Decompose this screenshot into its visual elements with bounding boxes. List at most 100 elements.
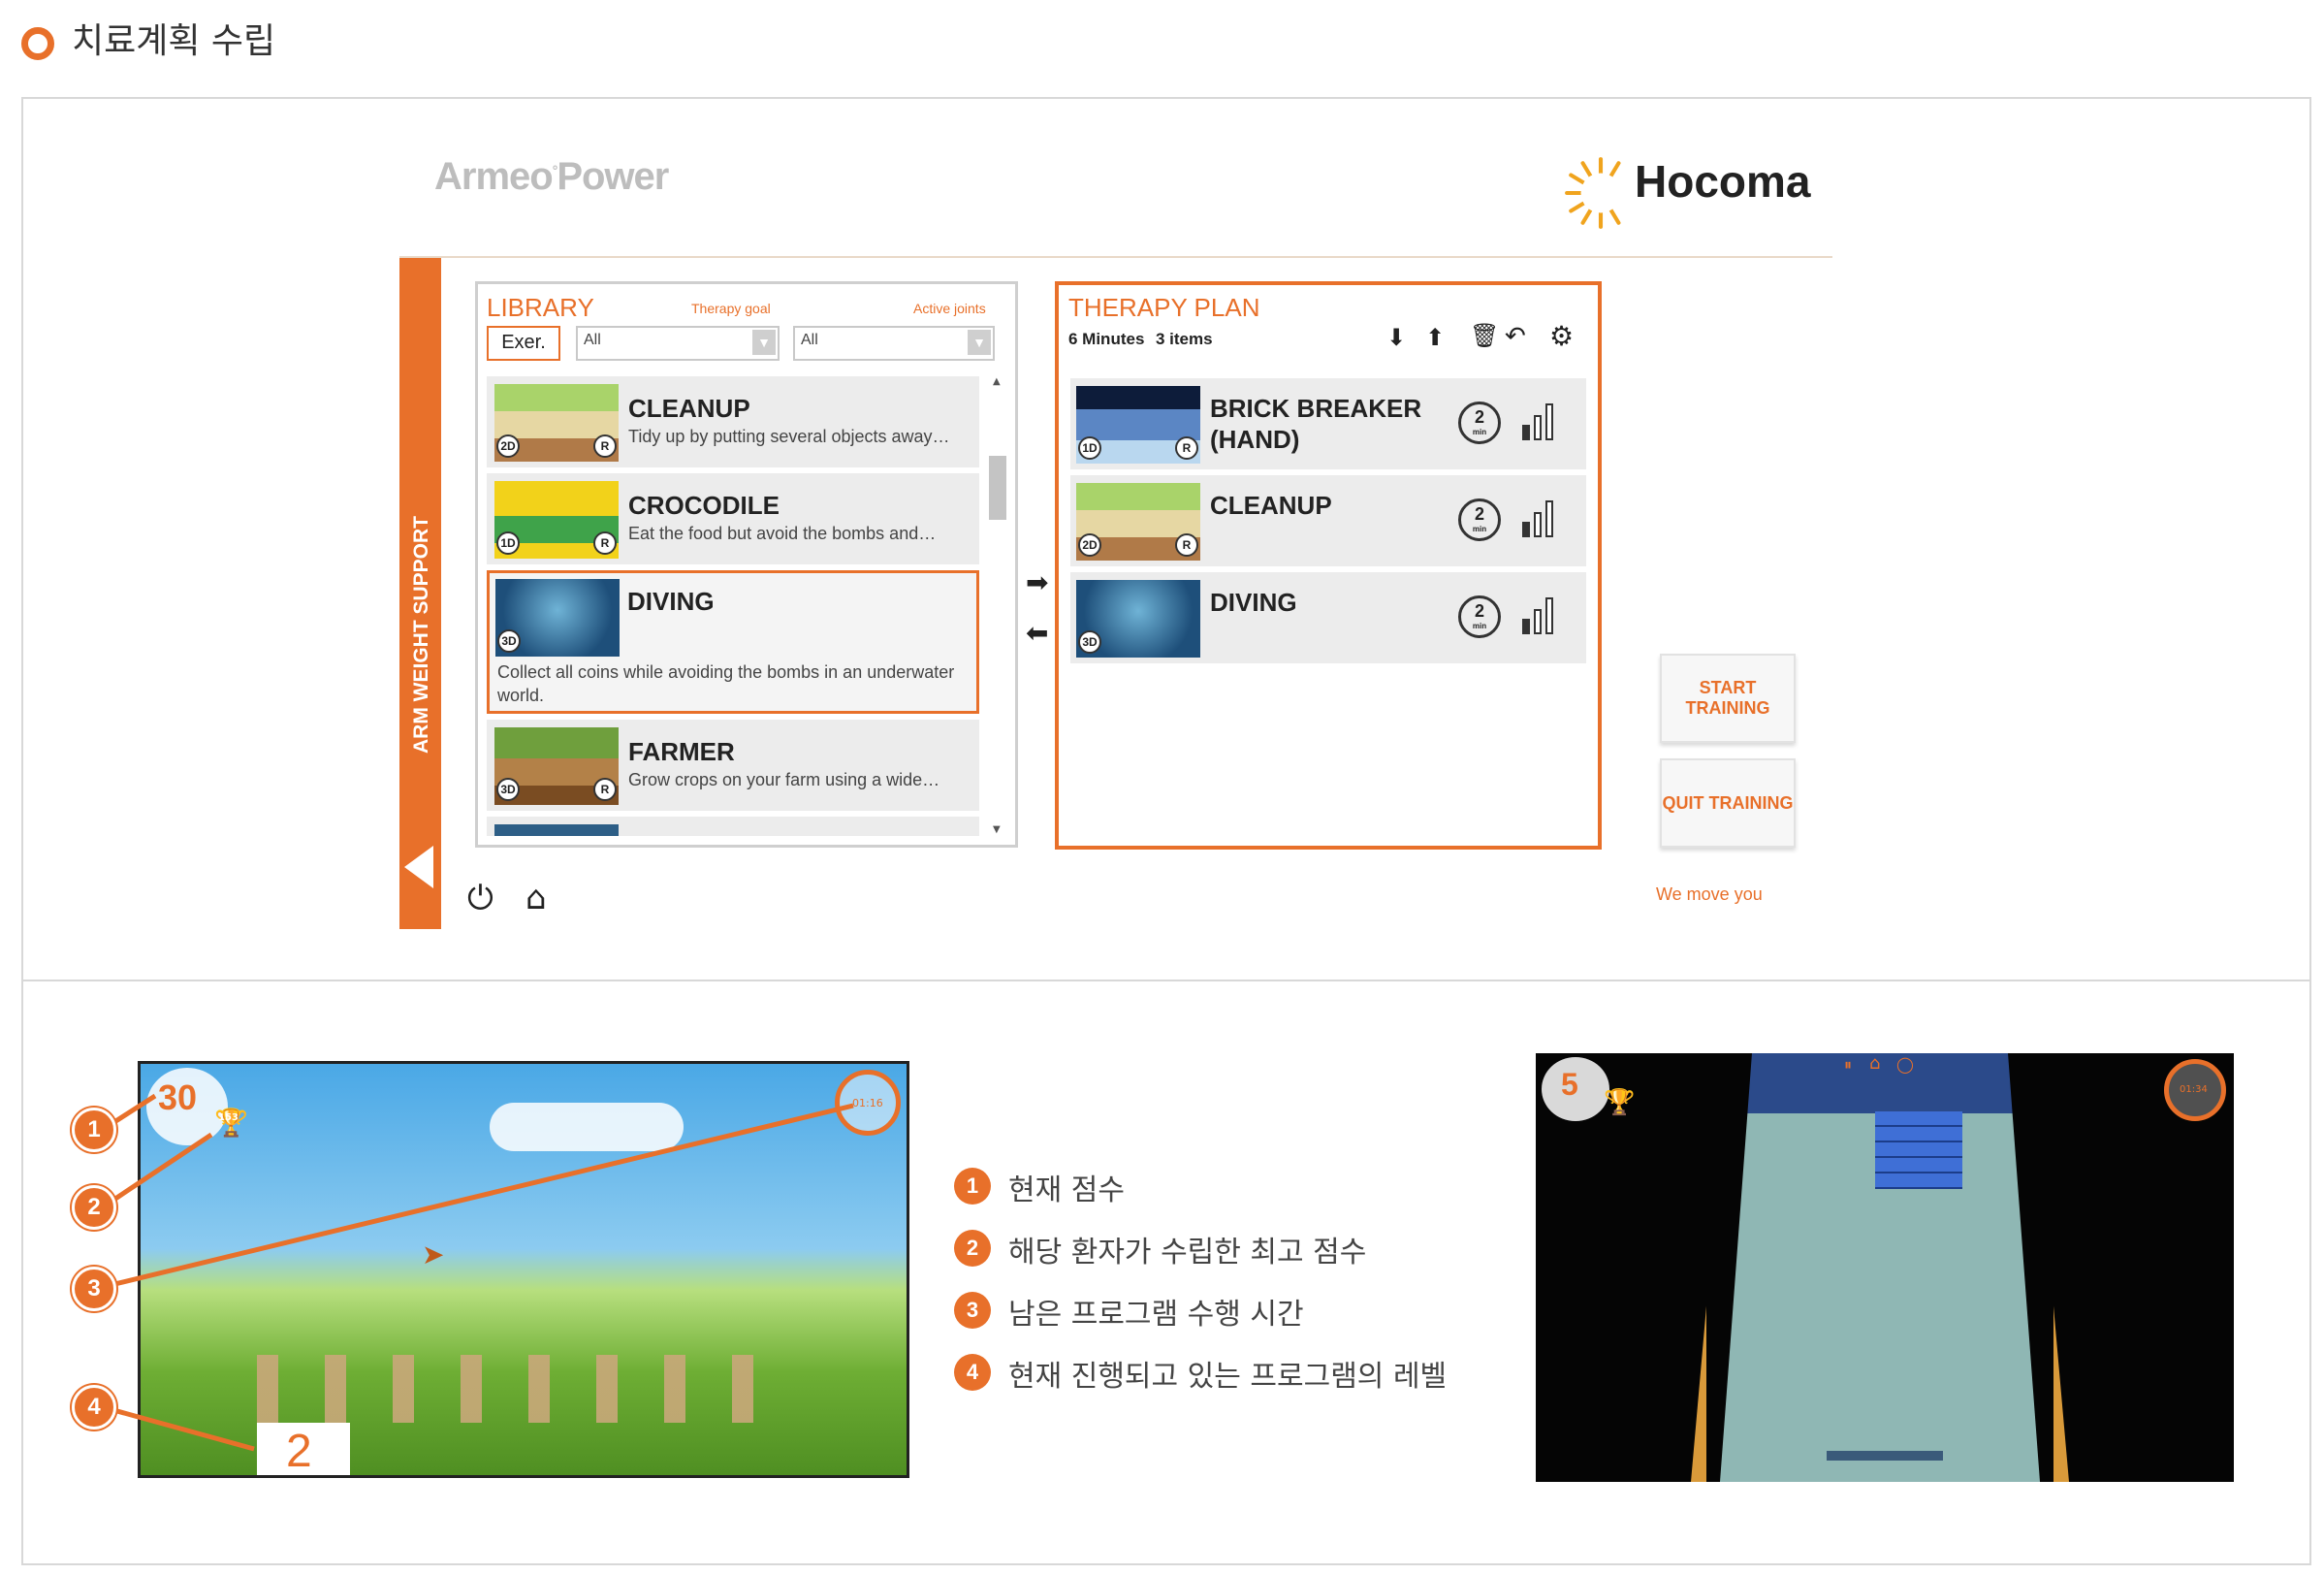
legend-number-2: 2: [954, 1230, 991, 1267]
tagline: We move you: [1656, 884, 1763, 904]
home-icon[interactable]: ⌂: [525, 879, 547, 917]
plan-item-name: BRICK BREAKER: [1210, 394, 1422, 423]
duration-timer-icon[interactable]: 2 min: [1458, 498, 1501, 541]
active-joints-label: Active joints: [913, 301, 986, 316]
cloud: [490, 1103, 684, 1151]
add-to-plan-arrow-icon[interactable]: ➡: [1026, 566, 1048, 598]
pause-icon[interactable]: ⏸: [1844, 1055, 1852, 1075]
dimension-badge: 1D: [1078, 436, 1101, 460]
callout-3: 3: [72, 1267, 116, 1311]
library-item[interactable]: 2D R CLEANUP Tidy up by putting several …: [487, 376, 979, 467]
duration-timer-icon[interactable]: 2 min: [1458, 402, 1501, 444]
remaining-time: 01:34: [2180, 1084, 2208, 1095]
legend-text-3: 남은 프로그램 수행 시간: [1008, 1298, 1304, 1332]
plan-item-count: 3 items: [1156, 330, 1213, 348]
hocoma-logo: Hocoma: [1635, 156, 1811, 207]
page-title: 치료계획 수립: [72, 21, 276, 61]
bricks: [1875, 1111, 1962, 1189]
plan-item-name: DIVING: [1210, 588, 1297, 617]
level-bars-icon[interactable]: [1522, 402, 1559, 440]
therapy-goal-label: Therapy goal: [691, 301, 771, 316]
library-scrollbar[interactable]: ▲ ▼: [987, 376, 1008, 838]
scroll-up-icon[interactable]: ▲: [993, 376, 1001, 387]
exercise-description: Eat the food but avoid the bombs and…: [628, 524, 937, 543]
therapy-plan-title: THERAPY PLAN: [1068, 293, 1260, 322]
library-item-selected[interactable]: 3D DIVING Collect all coins while avoidi…: [487, 570, 979, 714]
library-item[interactable]: 3D R FARMER Grow crops on your farm usin…: [487, 720, 979, 811]
legend-text-2: 해당 환자가 수립한 최고 점수: [1008, 1236, 1367, 1270]
heading-bullet-icon: [21, 27, 54, 60]
legend-text-1: 현재 점수: [1008, 1173, 1125, 1207]
undo-icon[interactable]: ↶: [1505, 322, 1526, 351]
hocoma-sun-icon: [1565, 157, 1621, 229]
side-badge: R: [1175, 533, 1198, 557]
thumbnail-partial: [494, 824, 619, 836]
settings-icon[interactable]: ◯: [1896, 1055, 1914, 1074]
level-bars-icon[interactable]: [1522, 498, 1559, 537]
legend-number-1: 1: [954, 1168, 991, 1205]
dimension-badge: 3D: [497, 629, 521, 653]
side-tab-label: ARM WEIGHT SUPPORT: [410, 516, 432, 754]
exercise-name: DIVING: [627, 587, 715, 616]
plan-item[interactable]: 2D R CLEANUP 2 min: [1070, 475, 1586, 566]
dimension-badge: 3D: [1078, 630, 1101, 654]
trash-icon[interactable]: 🗑: [1470, 322, 1499, 349]
current-score: 30: [158, 1077, 198, 1117]
side-badge: R: [593, 531, 617, 555]
rocks: [257, 1355, 800, 1423]
exercise-name: CLEANUP: [628, 394, 750, 423]
exercise-name: FARMER: [628, 737, 735, 766]
gear-icon[interactable]: ⚙: [1549, 320, 1574, 352]
plan-item-name-cont: (HAND): [1210, 425, 1300, 454]
exercise-description: Tidy up by putting several objects away…: [628, 427, 950, 446]
plan-duration: 6 Minutes: [1068, 330, 1145, 348]
plan-item[interactable]: 3D DIVING 2 min: [1070, 572, 1586, 663]
home-icon[interactable]: ⌂: [1869, 1053, 1880, 1074]
callout-4: 4: [72, 1385, 116, 1430]
side-badge: R: [1175, 436, 1198, 460]
bird-character: ➤: [422, 1238, 445, 1270]
trophy-icon: 🏆: [1604, 1088, 1636, 1117]
dimension-badge: 3D: [496, 778, 520, 801]
callout-1: 1: [72, 1108, 116, 1152]
best-score: 153: [218, 1112, 239, 1123]
current-score: 5: [1561, 1067, 1578, 1102]
move-up-icon[interactable]: ⬆: [1425, 324, 1445, 351]
chevron-down-icon: ▼: [968, 330, 991, 355]
exercise-description: Grow crops on your farm using a wide…: [628, 770, 940, 789]
side-badge: R: [593, 778, 617, 801]
power-icon[interactable]: ⏻: [467, 879, 493, 917]
quit-training-button[interactable]: QUIT TRAINING: [1660, 758, 1796, 848]
exercise-description-cont: world.: [497, 686, 545, 705]
active-joints-select[interactable]: All ▼: [793, 326, 995, 361]
scroll-down-icon[interactable]: ▼: [993, 824, 1001, 835]
dimension-badge: 2D: [496, 434, 520, 458]
plan-item-name: CLEANUP: [1210, 491, 1332, 520]
scroll-thumb[interactable]: [989, 456, 1006, 520]
brick-breaker-screenshot: 5 🏆 01:34 ⏸ ⌂ ◯: [1536, 1053, 2234, 1482]
side-badge: R: [593, 434, 617, 458]
exercise-name: CROCODILE: [628, 491, 780, 520]
paddle: [1827, 1451, 1943, 1461]
therapy-goal-select[interactable]: All ▼: [576, 326, 780, 361]
duration-timer-icon[interactable]: 2 min: [1458, 595, 1501, 638]
remaining-time: 01:16: [852, 1097, 883, 1109]
start-training-button[interactable]: START TRAINING: [1660, 654, 1796, 743]
exercise-filter-button[interactable]: Exer.: [487, 326, 560, 361]
level-bars-icon[interactable]: [1522, 595, 1559, 634]
chevron-down-icon: ▼: [752, 330, 776, 355]
current-level: 2: [286, 1426, 312, 1477]
dimension-badge: 2D: [1078, 533, 1101, 557]
remove-from-plan-arrow-icon[interactable]: ⬅: [1026, 617, 1048, 649]
legend-number-4: 4: [954, 1354, 991, 1391]
library-item-partial[interactable]: [487, 817, 979, 836]
library-title: LIBRARY: [487, 293, 594, 322]
exercise-description: Collect all coins while avoiding the bom…: [497, 662, 955, 682]
callout-2: 2: [72, 1185, 116, 1230]
library-item[interactable]: 1D R CROCODILE Eat the food but avoid th…: [487, 473, 979, 564]
dimension-badge: 1D: [496, 531, 520, 555]
plan-item[interactable]: 1D R BRICK BREAKER (HAND) 2 min: [1070, 378, 1586, 469]
move-down-icon[interactable]: ⬇: [1386, 324, 1406, 351]
legend-text-4: 현재 진행되고 있는 프로그램의 레벨: [1008, 1360, 1448, 1394]
collapse-arrow-icon[interactable]: [404, 846, 433, 888]
